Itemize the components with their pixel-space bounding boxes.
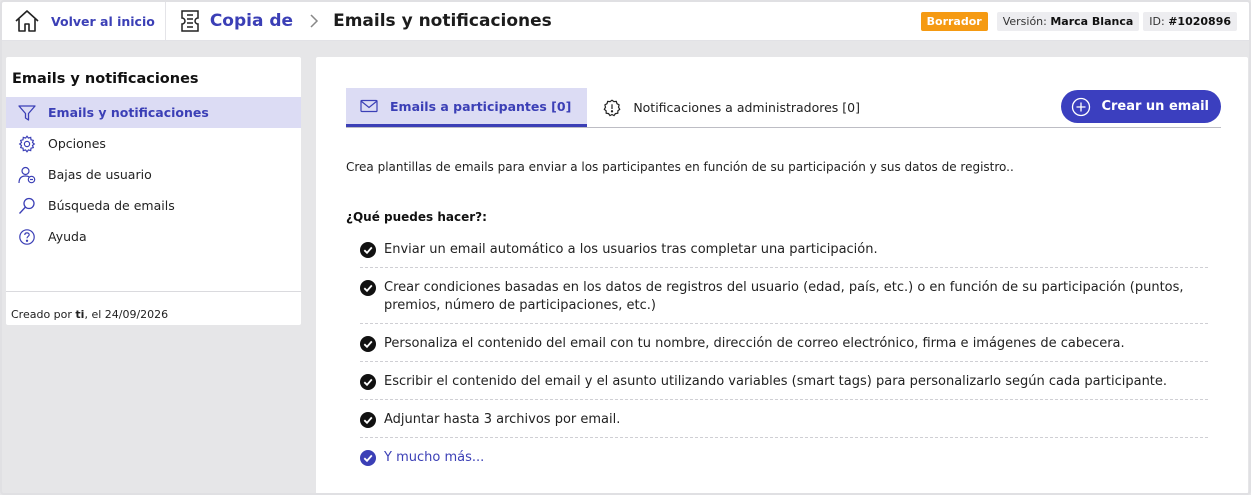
check-circle-icon [360, 280, 376, 296]
breadcrumb-parent[interactable]: Copia de [210, 11, 293, 31]
filter-icon [18, 104, 36, 121]
tab-admin-notifications[interactable]: Notificaciones a administradores [0] [589, 88, 876, 127]
sidebar-item-label: Emails y notificaciones [48, 105, 209, 120]
feature-text: Enviar un email automático a los usuario… [384, 242, 878, 257]
list-item: Adjuntar hasta 3 archivos por email. [360, 400, 1208, 438]
sidebar-item-label: Opciones [48, 136, 106, 151]
created-info: Creado por ti, el 24/09/2026 [6, 292, 301, 321]
sidebar-item-email-search[interactable]: Búsqueda de emails [6, 190, 301, 221]
feature-text: Adjuntar hasta 3 archivos por email. [384, 412, 621, 427]
envelope-icon [360, 99, 378, 113]
main-panel: Emails a participantes [0] Notificacione… [316, 57, 1248, 493]
breadcrumb: Copia de Emails y notificaciones [166, 2, 552, 40]
sidebar-item-label: Bajas de usuario [48, 167, 152, 182]
sidebar-item-options[interactable]: Opciones [6, 128, 301, 159]
version-pill: Versión: Marca Blanca [996, 11, 1140, 31]
sidebar-item-help[interactable]: Ayuda [6, 221, 301, 252]
more-link[interactable]: Y mucho más... [360, 438, 1208, 475]
tab-label: Notificaciones a administradores [0] [633, 100, 860, 115]
sidebar: Emails y notificaciones Emails y notific… [6, 57, 301, 325]
feature-text: Escribir el contenido del email y el asu… [384, 374, 1168, 389]
intro-text: Crea plantillas de emails para enviar a … [346, 160, 1014, 174]
more-link-text: Y mucho más... [384, 450, 485, 465]
created-suffix: , el 24/09/2026 [84, 308, 169, 321]
help-icon [19, 228, 35, 245]
tab-label: Emails a participantes [0] [390, 98, 572, 114]
ticket-icon [181, 10, 199, 32]
chevron-right-icon [310, 14, 319, 28]
sidebar-item-unsubscribes[interactable]: Bajas de usuario [6, 159, 301, 190]
list-item: Crear condiciones basadas en los datos d… [360, 268, 1208, 324]
check-circle-icon [360, 336, 376, 352]
search-icon [19, 197, 35, 214]
version-label: Versión: [1002, 14, 1047, 28]
alert-icon [603, 98, 621, 116]
list-item: Personaliza el contenido del email con t… [360, 324, 1208, 362]
home-label: Volver al inicio [51, 13, 155, 29]
created-prefix: Creado por [11, 308, 72, 321]
id-label: ID: [1149, 14, 1165, 28]
sidebar-item-label: Ayuda [48, 229, 87, 244]
what-can-you-do-title: ¿Qué puedes hacer?: [346, 210, 487, 224]
app-frame: Volver al inicio Copia de Emails y notif… [0, 0, 1251, 495]
id-pill: ID: #1020896 [1143, 11, 1237, 31]
id-value: #1020896 [1168, 14, 1231, 28]
home-link[interactable]: Volver al inicio [2, 2, 166, 40]
feature-text: Personaliza el contenido del email con t… [384, 336, 1125, 351]
user-remove-icon [18, 166, 36, 183]
top-bar: Volver al inicio Copia de Emails y notif… [2, 2, 1249, 41]
check-circle-icon [360, 374, 376, 390]
list-item: Enviar un email automático a los usuario… [360, 230, 1208, 268]
header-meta: Borrador Versión: Marca Blanca ID: #1020… [920, 11, 1249, 31]
feature-list: Enviar un email automático a los usuario… [360, 230, 1208, 475]
list-item: Escribir el contenido del email y el asu… [360, 362, 1208, 400]
sidebar-item-label: Búsqueda de emails [48, 198, 175, 213]
plus-circle-icon [1072, 97, 1091, 116]
tab-participant-emails[interactable]: Emails a participantes [0] [346, 88, 588, 127]
feature-text: Crear condiciones basadas en los datos d… [384, 280, 1184, 313]
check-circle-icon [360, 242, 376, 258]
home-icon [15, 10, 39, 32]
check-circle-icon [360, 412, 376, 428]
create-email-label: Crear un email [1101, 99, 1209, 114]
create-email-button[interactable]: Crear un email [1061, 90, 1221, 123]
sidebar-title: Emails y notificaciones [12, 71, 199, 87]
check-circle-icon [360, 450, 376, 466]
tab-bar: Emails a participantes [0] Notificacione… [346, 88, 1221, 128]
gear-icon [18, 134, 36, 153]
status-badge: Borrador [920, 11, 988, 31]
sidebar-item-emails[interactable]: Emails y notificaciones [6, 97, 301, 128]
version-value: Marca Blanca [1050, 14, 1134, 28]
page-title: Emails y notificaciones [333, 11, 552, 31]
